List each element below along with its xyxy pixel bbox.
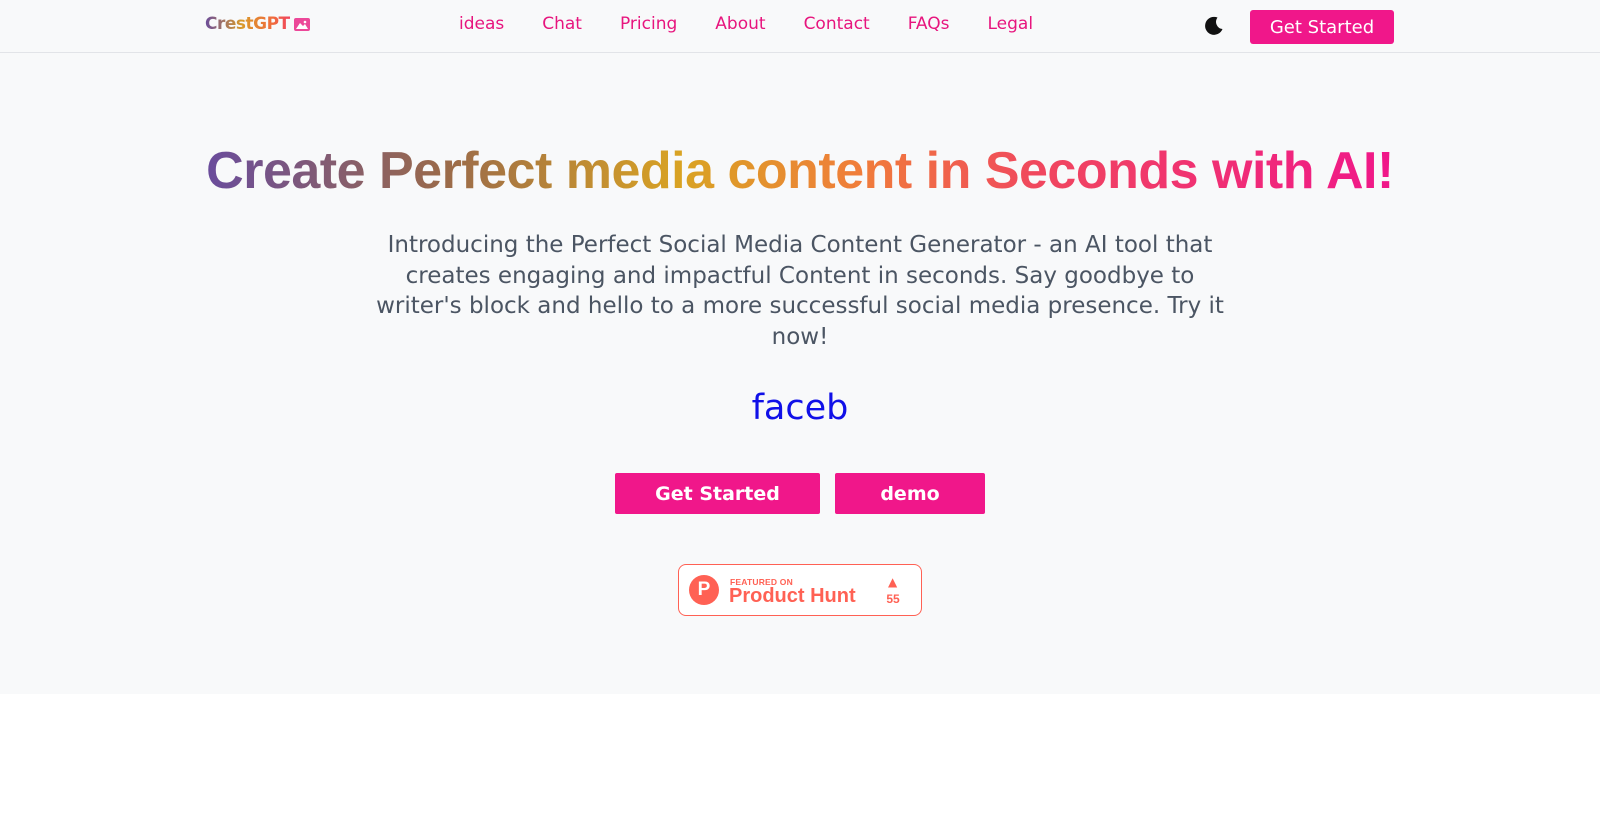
demo-button[interactable]: demo (835, 473, 985, 514)
nav-link-ideas[interactable]: ideas (459, 14, 504, 34)
nav-links: ideas Chat Pricing About Contact FAQs Le… (459, 14, 1071, 34)
typed-platform-text: faceb (751, 388, 849, 428)
nav-link-chat[interactable]: Chat (542, 14, 582, 34)
triangle-up-icon: ▲ (888, 575, 898, 589)
product-hunt-name: Product Hunt (729, 585, 856, 607)
image-icon (293, 17, 310, 31)
hero-section: Create Perfect media content in Seconds … (0, 53, 1600, 694)
get-started-button[interactable]: Get Started (615, 473, 820, 514)
brand-name: CrestGPT (205, 14, 290, 34)
nav-link-about[interactable]: About (715, 14, 765, 34)
hero-headline: Create Perfect media content in Seconds … (0, 141, 1600, 201)
brand-logo[interactable]: CrestGPT (205, 14, 310, 34)
nav-link-pricing[interactable]: Pricing (620, 14, 677, 34)
moon-icon[interactable] (1202, 14, 1226, 38)
hero-description: Introducing the Perfect Social Media Con… (376, 232, 1224, 350)
product-hunt-logo: P (689, 575, 719, 605)
upvote-count: 55 (886, 592, 900, 606)
get-started-nav-button[interactable]: Get Started (1250, 10, 1394, 44)
nav-link-contact[interactable]: Contact (804, 14, 870, 34)
nav-link-legal[interactable]: Legal (988, 14, 1034, 34)
top-navbar: CrestGPT ideas Chat Pricing About Contac… (0, 0, 1600, 53)
nav-link-faqs[interactable]: FAQs (908, 14, 950, 34)
product-hunt-badge[interactable]: P FEATURED ON Product Hunt ▲ 55 (678, 564, 922, 616)
hero-headline-text: Create Perfect media content in Seconds … (206, 142, 1394, 200)
